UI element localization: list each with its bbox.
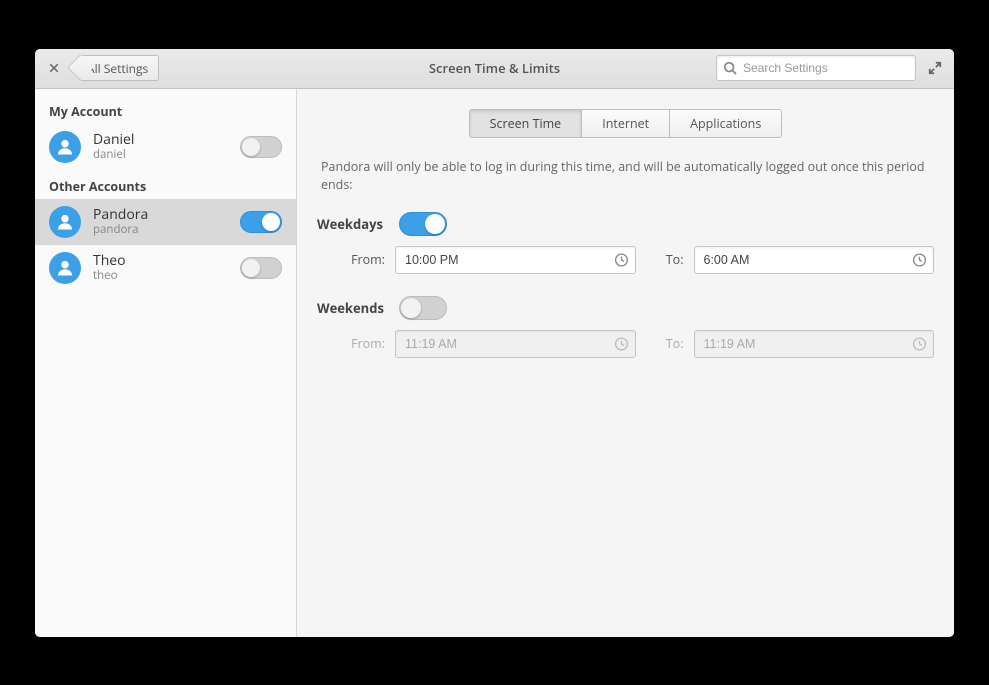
back-label: All Settings [87,60,148,77]
account-row-theo[interactable]: Theo theo [35,245,296,291]
search-icon [723,61,737,75]
avatar [49,206,81,238]
weekdays-toggle[interactable] [399,212,447,236]
account-names: Pandora pandora [93,207,228,236]
clock-icon [614,336,629,351]
close-button[interactable] [43,57,65,79]
my-account-section-label: My Account [35,95,296,124]
weekdays-label: Weekdays [317,215,385,233]
account-row-daniel[interactable]: Daniel daniel [35,124,296,170]
account-display-name: Pandora [93,207,228,223]
search-wrap [716,55,916,81]
tabs: Screen Time Internet Applications [317,109,934,138]
back-button[interactable]: All Settings [81,55,159,81]
account-toggle-theo[interactable] [240,257,282,279]
description-text: Pandora will only be able to log in duri… [321,158,930,194]
account-display-name: Theo [93,253,228,269]
close-icon [48,62,60,74]
maximize-button[interactable] [924,57,946,79]
weekdays-block: Weekdays From: To: [317,212,934,274]
weekdays-from-input[interactable] [395,246,636,274]
main-pane: Screen Time Internet Applications Pandor… [297,89,954,637]
account-row-pandora[interactable]: Pandora pandora [35,199,296,245]
maximize-icon [928,61,942,75]
weekdays-time-row: From: To: [317,246,934,274]
account-toggle-pandora[interactable] [240,211,282,233]
search-input[interactable] [716,55,916,81]
clock-icon [614,252,629,267]
tab-applications[interactable]: Applications [670,110,781,137]
settings-window: All Settings Screen Time & Limits My Acc… [35,49,954,637]
account-username: theo [93,269,228,282]
account-names: Daniel daniel [93,132,228,161]
account-toggle-daniel[interactable] [240,136,282,158]
clock-icon [912,252,927,267]
weekends-to-input[interactable] [694,330,935,358]
weekdays-from-label: From: [347,251,385,268]
account-names: Theo theo [93,253,228,282]
avatar [49,131,81,163]
clock-icon [912,336,927,351]
accounts-sidebar: My Account Daniel daniel Other Accounts [35,89,297,637]
weekends-from-input[interactable] [395,330,636,358]
account-display-name: Daniel [93,132,228,148]
tab-group: Screen Time Internet Applications [469,109,783,138]
person-icon [55,137,75,157]
account-username: pandora [93,223,228,236]
other-accounts-section-label: Other Accounts [35,170,296,199]
weekends-toggle[interactable] [399,296,447,320]
weekends-from-label: From: [347,335,385,352]
account-username: daniel [93,148,228,161]
tab-screen-time[interactable]: Screen Time [470,110,583,137]
person-icon [55,212,75,232]
weekends-time-row: From: To: [317,330,934,358]
weekdays-to-input[interactable] [694,246,935,274]
weekdays-to-label: To: [646,251,684,268]
weekends-label: Weekends [317,299,385,317]
avatar [49,252,81,284]
weekends-to-label: To: [646,335,684,352]
weekends-block: Weekends From: To: [317,296,934,358]
tab-internet[interactable]: Internet [582,110,670,137]
titlebar: All Settings Screen Time & Limits [35,49,954,89]
person-icon [55,258,75,278]
